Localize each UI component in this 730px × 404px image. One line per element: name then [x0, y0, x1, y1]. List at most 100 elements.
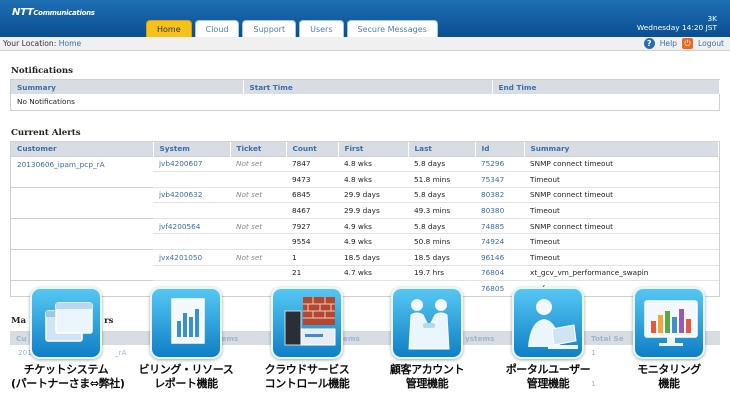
cell-id[interactable]: 96146	[475, 249, 524, 266]
help-link[interactable]: Help	[660, 39, 677, 48]
cell-customer[interactable]	[11, 217, 153, 234]
cell-first: 18.5 days	[338, 249, 408, 266]
cell-summary: xt_gcv_vm_performance_swapin	[524, 265, 719, 282]
feature-ticket[interactable]: チケットシステム (パートナーさま⇔弊社)	[11, 287, 125, 391]
cell-system[interactable]	[153, 265, 230, 282]
col-id[interactable]: Id	[475, 142, 525, 156]
feature-label-cloud-control: クラウドサービス コントロール機能	[252, 363, 362, 391]
cell-summary: Timeout	[524, 202, 719, 219]
alerts-title: Current Alerts	[11, 128, 81, 138]
alerts-table: Customer System Ticket Count First Last …	[11, 142, 719, 296]
feature-cloud-line-1: クラウドサービス	[264, 363, 350, 376]
feature-label-monitoring: モニタリング 機能	[614, 363, 724, 391]
feature-cloud-control[interactable]: クラウドサービス コントロール機能	[252, 287, 362, 391]
cell-id[interactable]: 75347	[475, 171, 524, 188]
cell-customer[interactable]	[11, 186, 153, 203]
table-row[interactable]: 8467 29.9 days 49.3 mins 80380 Timeout	[11, 202, 719, 219]
cell-system[interactable]	[153, 171, 230, 188]
cell-summary: Timeout	[524, 249, 719, 266]
ntt-logo[interactable]: NTTCommunications	[12, 7, 95, 18]
cell-id[interactable]: 76804	[475, 265, 524, 282]
cell-system[interactable]: jvb4200607	[153, 155, 230, 173]
cell-summary: Timeout	[524, 233, 719, 251]
col-customer[interactable]: Customer	[11, 142, 154, 156]
cell-id[interactable]: 75296	[475, 155, 524, 173]
cell-last: 19.7 hrs	[408, 265, 475, 282]
cell-id[interactable]: 74924	[475, 233, 524, 251]
tab-cloud[interactable]: Cloud	[194, 20, 240, 37]
col-summary[interactable]: Summary	[11, 80, 244, 94]
cell-customer[interactable]	[11, 234, 153, 250]
feature-label-ticket: チケットシステム (パートナーさま⇔弊社)	[11, 363, 125, 391]
tab-users[interactable]: Users	[299, 20, 344, 37]
cell-ticket	[230, 202, 286, 219]
cell-customer[interactable]	[11, 172, 153, 188]
cell-customer[interactable]	[11, 265, 153, 281]
cell-id[interactable]: 80380	[475, 202, 524, 219]
top-header: NTTCommunications Home Cloud Support Use…	[0, 0, 730, 37]
cell-system[interactable]	[153, 202, 230, 219]
col-summary[interactable]: Summary	[524, 142, 719, 156]
table-row[interactable]: jvb4200632 Not set 6845 29.9 days 5.8 days 80…	[11, 186, 719, 204]
logout-icon[interactable]: ⏻	[682, 38, 693, 49]
col-first[interactable]: First	[338, 142, 409, 156]
table-row[interactable]: jvf4200564 Not set 7927 4.9 wks 5.8 days 7488…	[11, 217, 719, 235]
cell-customer[interactable]: 20130606_ipam_pcp_rA	[11, 155, 153, 172]
cell-system[interactable]: jvx4201050	[153, 249, 230, 266]
table-row[interactable]: 9554 4.9 wks 50.8 mins 74924 Timeout	[11, 233, 719, 251]
user-name: 3K	[707, 14, 717, 23]
cell-last: 50.8 mins	[408, 233, 475, 251]
help-icon[interactable]: ?	[643, 38, 655, 49]
cell-id[interactable]: 74885	[475, 217, 524, 235]
col-start-time[interactable]: Start Time	[243, 80, 493, 94]
table-row[interactable]: 9473 4.8 wks 51.8 mins 75347 Timeout	[11, 171, 719, 188]
breadcrumb-home-link[interactable]: Home	[59, 39, 81, 48]
col-last[interactable]: Last	[408, 142, 476, 156]
col-end-time[interactable]: End Time	[492, 80, 720, 94]
table-row[interactable]: jvx4201050 Not set 1 18.5 days 18.5 days 9614…	[11, 249, 719, 266]
col-system[interactable]: System	[153, 142, 231, 156]
feature-ticket-line-1: チケットシステム	[23, 363, 109, 376]
main-tabs: Home Cloud Support Users Secure Messages	[146, 20, 438, 37]
tab-support[interactable]: Support	[242, 20, 297, 37]
location-bar: Your Location: Home ? Help ⏻ Logout	[0, 37, 730, 51]
cell-id[interactable]: 80382	[475, 186, 524, 204]
cell-count: 9473	[286, 171, 338, 188]
cell-system[interactable]: jvf4200564	[153, 217, 230, 235]
col-count[interactable]: Count	[286, 142, 339, 156]
table-row[interactable]: 21 4.7 wks 19.7 hrs 76804 xt_gcv_vm_performa…	[11, 265, 719, 282]
table-row[interactable]: 20130606_ipam_pcp_rA jvb4200607 Not set 784…	[11, 155, 719, 173]
cell-summary: Timeout	[524, 171, 719, 188]
feature-monitoring-line-1: モニタリング	[637, 363, 701, 376]
logout-link[interactable]: Logout	[698, 39, 724, 48]
cell-first: 4.8 wks	[338, 155, 408, 173]
cell-ticket: Not set	[230, 217, 286, 235]
cell-first: 4.9 wks	[338, 217, 408, 235]
feature-portal-user[interactable]: ポータルユーザー 管理機能	[493, 287, 603, 391]
cell-ticket	[230, 233, 286, 251]
feature-icons: チケットシステム (パートナーさま⇔弊社) ビリング・リソース レポート機能 ク…	[0, 287, 730, 404]
feature-billing[interactable]: ビリング・リソース レポート機能	[131, 287, 241, 391]
feature-account[interactable]: 顧客アカウント 管理機能	[372, 287, 482, 391]
help-logout-area: ? Help ⏻ Logout	[643, 38, 724, 49]
col-ticket[interactable]: Ticket	[230, 142, 287, 156]
breadcrumb-label: Your Location:	[3, 39, 57, 48]
cell-ticket: Not set	[230, 155, 286, 173]
breadcrumb: Your Location: Home	[3, 39, 81, 48]
report-icon	[150, 287, 222, 359]
feature-monitoring[interactable]: モニタリング 機能	[614, 287, 724, 391]
feature-billing-line-2: レポート機能	[154, 377, 218, 390]
notifications-title: Notifications	[11, 66, 73, 76]
tab-home[interactable]: Home	[146, 20, 192, 37]
cell-customer[interactable]	[11, 203, 153, 219]
cell-system[interactable]	[153, 233, 230, 251]
no-notifications-text: No Notifications	[17, 97, 75, 107]
cell-ticket	[230, 171, 286, 188]
feature-monitoring-line-2: 機能	[658, 377, 680, 390]
cell-customer[interactable]	[11, 249, 153, 266]
cell-last: 5.8 days	[408, 186, 475, 204]
cell-count: 7847	[286, 155, 338, 173]
tab-secure-messages[interactable]: Secure Messages	[346, 20, 438, 37]
cell-system[interactable]: jvb4200632	[153, 186, 230, 204]
cell-ticket: Not set	[230, 186, 286, 204]
